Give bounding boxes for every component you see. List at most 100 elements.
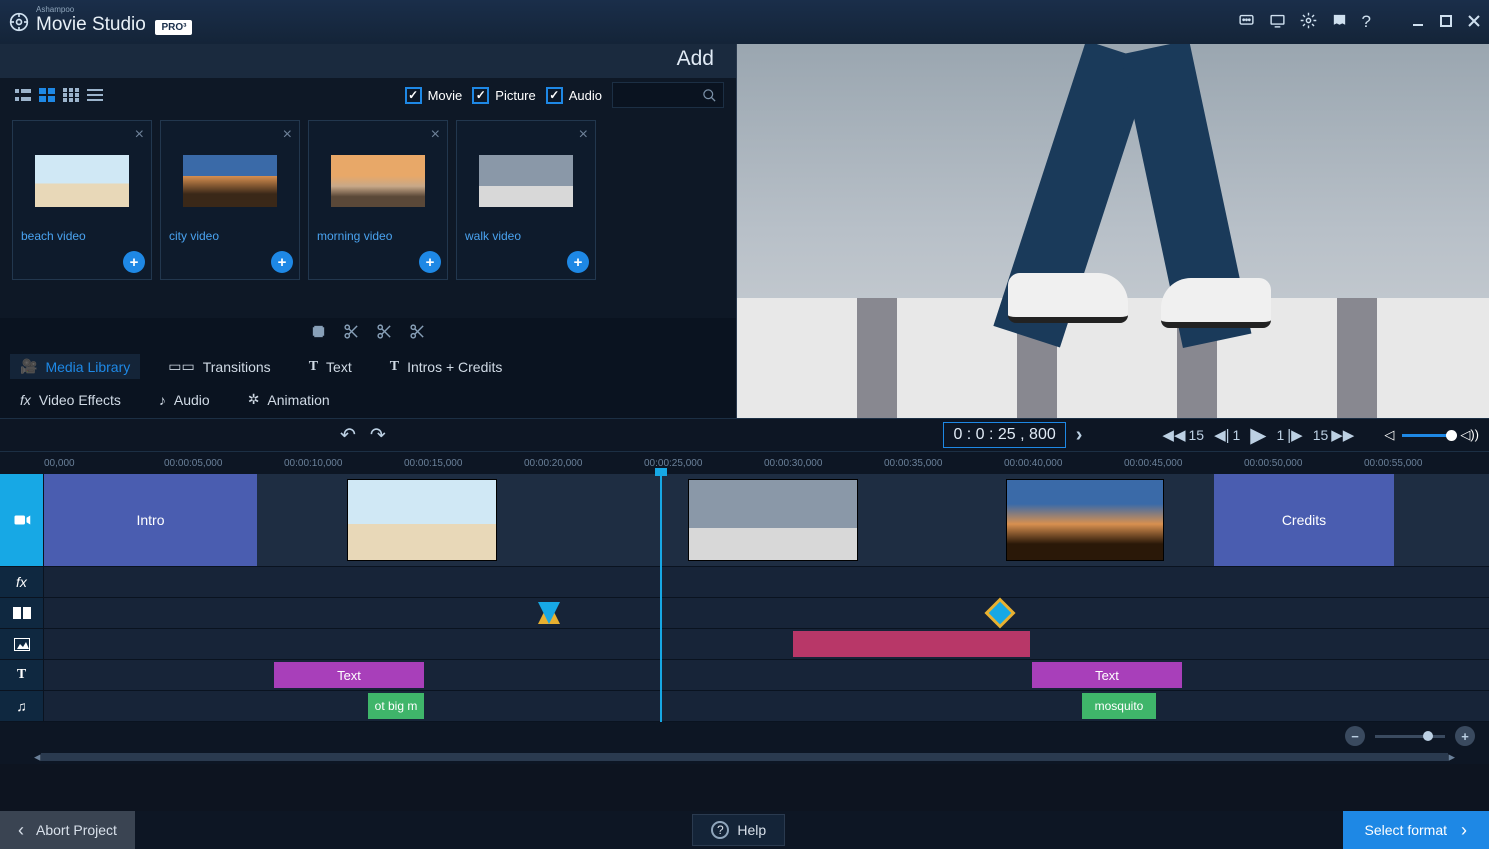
cut-icon[interactable] bbox=[376, 323, 393, 343]
help-icon[interactable]: ? bbox=[1362, 12, 1371, 32]
video-track-header[interactable] bbox=[0, 474, 44, 566]
cut-right-icon[interactable] bbox=[409, 323, 426, 343]
zoom-slider[interactable] bbox=[1375, 735, 1445, 738]
rewind-button[interactable]: ◀◀ 15 bbox=[1162, 426, 1204, 444]
tab-media-library[interactable]: 🎥 Media Library bbox=[10, 354, 140, 379]
maximize-button[interactable] bbox=[1439, 14, 1453, 31]
image-track bbox=[0, 629, 1489, 660]
prev-frame-button[interactable]: ◀| 1 bbox=[1214, 426, 1240, 444]
tab-animation[interactable]: ✲ Animation bbox=[238, 387, 340, 412]
cut-left-icon[interactable] bbox=[343, 323, 360, 343]
audio-track-header[interactable]: ♫ bbox=[0, 691, 44, 721]
app-name: Movie Studio bbox=[36, 14, 146, 35]
undo-button[interactable]: ↶ bbox=[340, 424, 356, 447]
play-button[interactable]: ▶ bbox=[1250, 423, 1266, 448]
add-media-button[interactable]: + bbox=[271, 251, 293, 273]
settings-icon[interactable] bbox=[1300, 12, 1317, 32]
add-media-button[interactable]: + bbox=[419, 251, 441, 273]
timeline-ruler[interactable]: 00,00000:00:05,00000:00:10,00000:00:15,0… bbox=[0, 452, 1489, 474]
clip-audio-2[interactable]: mosquito bbox=[1082, 693, 1156, 719]
zoom-in-button[interactable]: + bbox=[1455, 726, 1475, 746]
filter-audio-checkbox[interactable]: Audio bbox=[546, 87, 602, 104]
fast-fwd-button[interactable]: 15 ▶▶ bbox=[1313, 426, 1355, 444]
transition-track-header[interactable] bbox=[0, 598, 44, 628]
clip-walk[interactable] bbox=[688, 479, 858, 561]
tab-icon: ♪ bbox=[159, 392, 166, 408]
clip-intro[interactable]: Intro bbox=[44, 474, 257, 566]
view-detail-icon[interactable] bbox=[12, 86, 34, 104]
abort-project-button[interactable]: ‹ Abort Project bbox=[0, 811, 135, 849]
ruler-tick: 00:00:20,000 bbox=[524, 458, 582, 469]
timecode-display[interactable]: 0 : 0 : 25 , 800 bbox=[943, 422, 1065, 448]
mute-button[interactable]: ◁ bbox=[1384, 427, 1394, 443]
next-frame-button[interactable]: 1 |▶ bbox=[1276, 426, 1302, 444]
close-button[interactable] bbox=[1467, 14, 1481, 31]
tab-label: Audio bbox=[174, 392, 210, 408]
view-large-grid-icon[interactable] bbox=[36, 86, 58, 104]
redo-button[interactable]: ↷ bbox=[370, 424, 386, 447]
chevron-right-icon: › bbox=[1461, 820, 1467, 841]
tab-label: Transitions bbox=[203, 359, 271, 375]
clip-image-1[interactable] bbox=[793, 631, 1030, 657]
clip-beach[interactable] bbox=[347, 479, 497, 561]
ruler-tick: 00:00:15,000 bbox=[404, 458, 462, 469]
view-small-grid-icon[interactable] bbox=[60, 86, 82, 104]
clip-city[interactable] bbox=[1006, 479, 1164, 561]
text-track-lane[interactable]: Text Text bbox=[44, 660, 1489, 690]
search-input[interactable] bbox=[612, 82, 724, 108]
playhead[interactable] bbox=[660, 474, 662, 722]
volume-slider[interactable] bbox=[1402, 434, 1452, 437]
select-format-button[interactable]: Select format › bbox=[1343, 811, 1489, 849]
media-card-0[interactable]: × beach video + bbox=[12, 120, 152, 280]
remove-media-icon[interactable]: × bbox=[579, 126, 588, 144]
minimize-button[interactable] bbox=[1411, 14, 1425, 31]
panel-title: Add bbox=[0, 44, 736, 78]
media-card-2[interactable]: × morning video + bbox=[308, 120, 448, 280]
text-track: T Text Text bbox=[0, 660, 1489, 691]
remove-media-icon[interactable]: × bbox=[135, 126, 144, 144]
display-icon[interactable] bbox=[1269, 12, 1286, 32]
title-bar: Ashampoo Movie Studio PRO³ ? bbox=[0, 0, 1489, 44]
media-thumb bbox=[479, 155, 573, 207]
tab-video-effects[interactable]: fx Video Effects bbox=[10, 388, 131, 412]
transition-track-lane[interactable] bbox=[44, 598, 1489, 628]
clip-credits[interactable]: Credits bbox=[1214, 474, 1394, 566]
add-media-button[interactable]: + bbox=[123, 251, 145, 273]
image-track-lane[interactable] bbox=[44, 629, 1489, 659]
fx-track-header[interactable]: fx bbox=[0, 567, 44, 597]
ruler-tick: 00:00:35,000 bbox=[884, 458, 942, 469]
fx-track-lane[interactable] bbox=[44, 567, 1489, 597]
add-media-button[interactable]: + bbox=[567, 251, 589, 273]
text-track-header[interactable]: T bbox=[0, 660, 44, 690]
film-roll-icon[interactable] bbox=[310, 323, 327, 343]
video-track-lane[interactable]: Intro Credits bbox=[44, 474, 1489, 566]
clip-tools-row bbox=[0, 318, 736, 348]
tab-audio[interactable]: ♪ Audio bbox=[149, 388, 220, 412]
panel-tabs: 🎥 Media Library ▭▭ Transitions T Text T … bbox=[0, 348, 736, 418]
video-preview[interactable] bbox=[737, 44, 1489, 418]
remove-media-icon[interactable]: × bbox=[431, 126, 440, 144]
chat-icon[interactable] bbox=[1238, 12, 1255, 32]
tab-transitions[interactable]: ▭▭ Transitions bbox=[158, 354, 280, 379]
clip-text-1[interactable]: Text bbox=[274, 662, 424, 688]
tab-label: Media Library bbox=[45, 359, 130, 375]
notes-icon[interactable] bbox=[1331, 12, 1348, 32]
help-button[interactable]: ? Help bbox=[692, 814, 785, 846]
media-card-3[interactable]: × walk video + bbox=[456, 120, 596, 280]
tab-intros-credits[interactable]: T Intros + Credits bbox=[380, 355, 513, 379]
filter-movie-checkbox[interactable]: Movie bbox=[405, 87, 463, 104]
image-track-header[interactable] bbox=[0, 629, 44, 659]
volume-icon[interactable]: ◁)) bbox=[1460, 427, 1479, 443]
remove-media-icon[interactable]: × bbox=[283, 126, 292, 144]
tab-label: Intros + Credits bbox=[407, 359, 502, 375]
filter-picture-checkbox[interactable]: Picture bbox=[472, 87, 535, 104]
zoom-out-button[interactable]: − bbox=[1345, 726, 1365, 746]
view-list-icon[interactable] bbox=[84, 86, 106, 104]
audio-track-lane[interactable]: ot big m mosquito bbox=[44, 691, 1489, 721]
tab-text[interactable]: T Text bbox=[299, 355, 362, 379]
clip-text-2[interactable]: Text bbox=[1032, 662, 1182, 688]
step-fwd-frame-button[interactable]: › bbox=[1076, 424, 1083, 447]
clip-audio-1[interactable]: ot big m bbox=[368, 693, 424, 719]
media-card-1[interactable]: × city video + bbox=[160, 120, 300, 280]
timeline-scrollbar[interactable]: ◂▸ bbox=[0, 750, 1489, 764]
